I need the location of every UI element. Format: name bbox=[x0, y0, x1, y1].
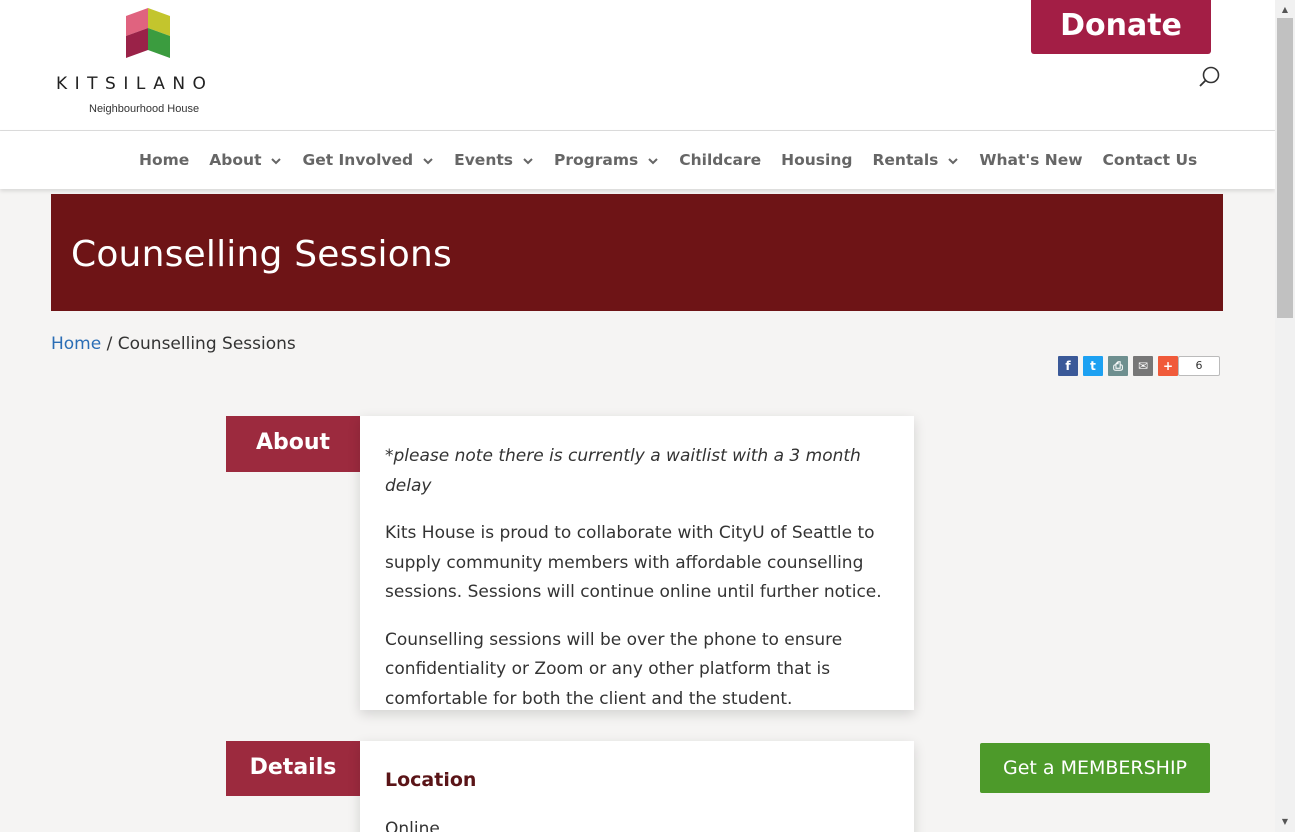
nav-item-events[interactable]: Events bbox=[454, 151, 534, 169]
nav-item-childcare[interactable]: Childcare bbox=[679, 151, 761, 169]
logo-mark-icon bbox=[126, 8, 170, 58]
chevron-down-icon bbox=[648, 158, 658, 165]
donate-button[interactable]: Donate bbox=[1031, 0, 1211, 54]
print-icon[interactable]: ⎙ bbox=[1108, 356, 1128, 376]
chevron-down-icon bbox=[271, 158, 282, 165]
share-count: 6 bbox=[1178, 356, 1220, 376]
nav-item-label: What's New bbox=[979, 151, 1083, 169]
nav-item-programs[interactable]: Programs bbox=[554, 151, 659, 169]
site-logo[interactable]: KITSILANO Neighbourhood House bbox=[56, 8, 246, 123]
nav-item-contact-us[interactable]: Contact Us bbox=[1103, 151, 1198, 169]
nav-item-get-involved[interactable]: Get Involved bbox=[302, 151, 434, 169]
nav-item-label: Contact Us bbox=[1102, 151, 1198, 169]
waitlist-note: *please note there is currently a waitli… bbox=[385, 446, 861, 496]
facebook-icon[interactable]: f bbox=[1058, 356, 1078, 376]
logo-wordmark: KITSILANO bbox=[56, 74, 214, 94]
nav-item-label: Programs bbox=[553, 151, 639, 169]
nav-item-about[interactable]: About bbox=[209, 151, 282, 169]
chevron-down-icon bbox=[948, 158, 959, 165]
about-paragraph-1: Kits House is proud to collaborate with … bbox=[385, 523, 882, 602]
location-value: Online bbox=[385, 819, 440, 832]
location-heading: Location bbox=[385, 769, 477, 791]
breadcrumb-separator: / bbox=[101, 334, 118, 354]
page-title-banner: Counselling Sessions bbox=[51, 194, 1223, 311]
breadcrumb-home-link[interactable]: Home bbox=[51, 334, 101, 354]
nav-item-home[interactable]: Home bbox=[139, 151, 189, 169]
page-title: Counselling Sessions bbox=[71, 234, 452, 275]
scroll-up-arrow-icon[interactable]: ▲ bbox=[1280, 5, 1290, 15]
details-tab-label: Details bbox=[226, 741, 360, 796]
details-card: Location Online bbox=[360, 741, 914, 832]
about-tab-label: About bbox=[226, 416, 360, 472]
nav-item-label: About bbox=[209, 151, 262, 169]
nav-item-label: Housing bbox=[781, 151, 853, 169]
nav-item-label: Events bbox=[454, 151, 513, 169]
nav-item-rentals[interactable]: Rentals bbox=[872, 151, 959, 169]
logo-subtitle: Neighbourhood House bbox=[89, 103, 200, 115]
site-header: KITSILANO Neighbourhood House Donate bbox=[0, 0, 1275, 131]
scroll-down-arrow-icon[interactable]: ▼ bbox=[1280, 817, 1290, 827]
nav-item-label: Home bbox=[139, 151, 190, 169]
scrollbar[interactable]: ▲ ▼ bbox=[1275, 0, 1295, 832]
nav-item-label: Childcare bbox=[679, 151, 762, 169]
search-icon[interactable] bbox=[1197, 64, 1223, 90]
nav-item-label: Get Involved bbox=[302, 151, 414, 169]
nav-item-what-s-new[interactable]: What's New bbox=[979, 151, 1082, 169]
breadcrumb-current: Counselling Sessions bbox=[117, 334, 296, 354]
nav-item-housing[interactable]: Housing bbox=[781, 151, 852, 169]
plus-icon[interactable]: + bbox=[1158, 356, 1178, 376]
share-bar: f t ⎙ ✉ +6 bbox=[1058, 356, 1220, 376]
about-paragraph-2: Counselling sessions will be over the ph… bbox=[385, 629, 843, 709]
nav-item-label: Rentals bbox=[872, 151, 939, 169]
scroll-thumb[interactable] bbox=[1277, 18, 1293, 318]
breadcrumb: Home / Counselling Sessions bbox=[51, 334, 296, 354]
chevron-down-icon bbox=[423, 158, 433, 165]
membership-button[interactable]: Get a MEMBERSHIP bbox=[980, 743, 1210, 793]
twitter-icon[interactable]: t bbox=[1083, 356, 1103, 376]
main-nav: Home About Get Involved Events Programs Child… bbox=[0, 131, 1275, 189]
email-icon[interactable]: ✉ bbox=[1133, 356, 1153, 376]
about-card: *please note there is currently a waitli… bbox=[360, 416, 914, 710]
nav-items: Home About Get Involved Events Programs Child… bbox=[139, 131, 1217, 189]
chevron-down-icon bbox=[523, 158, 533, 165]
